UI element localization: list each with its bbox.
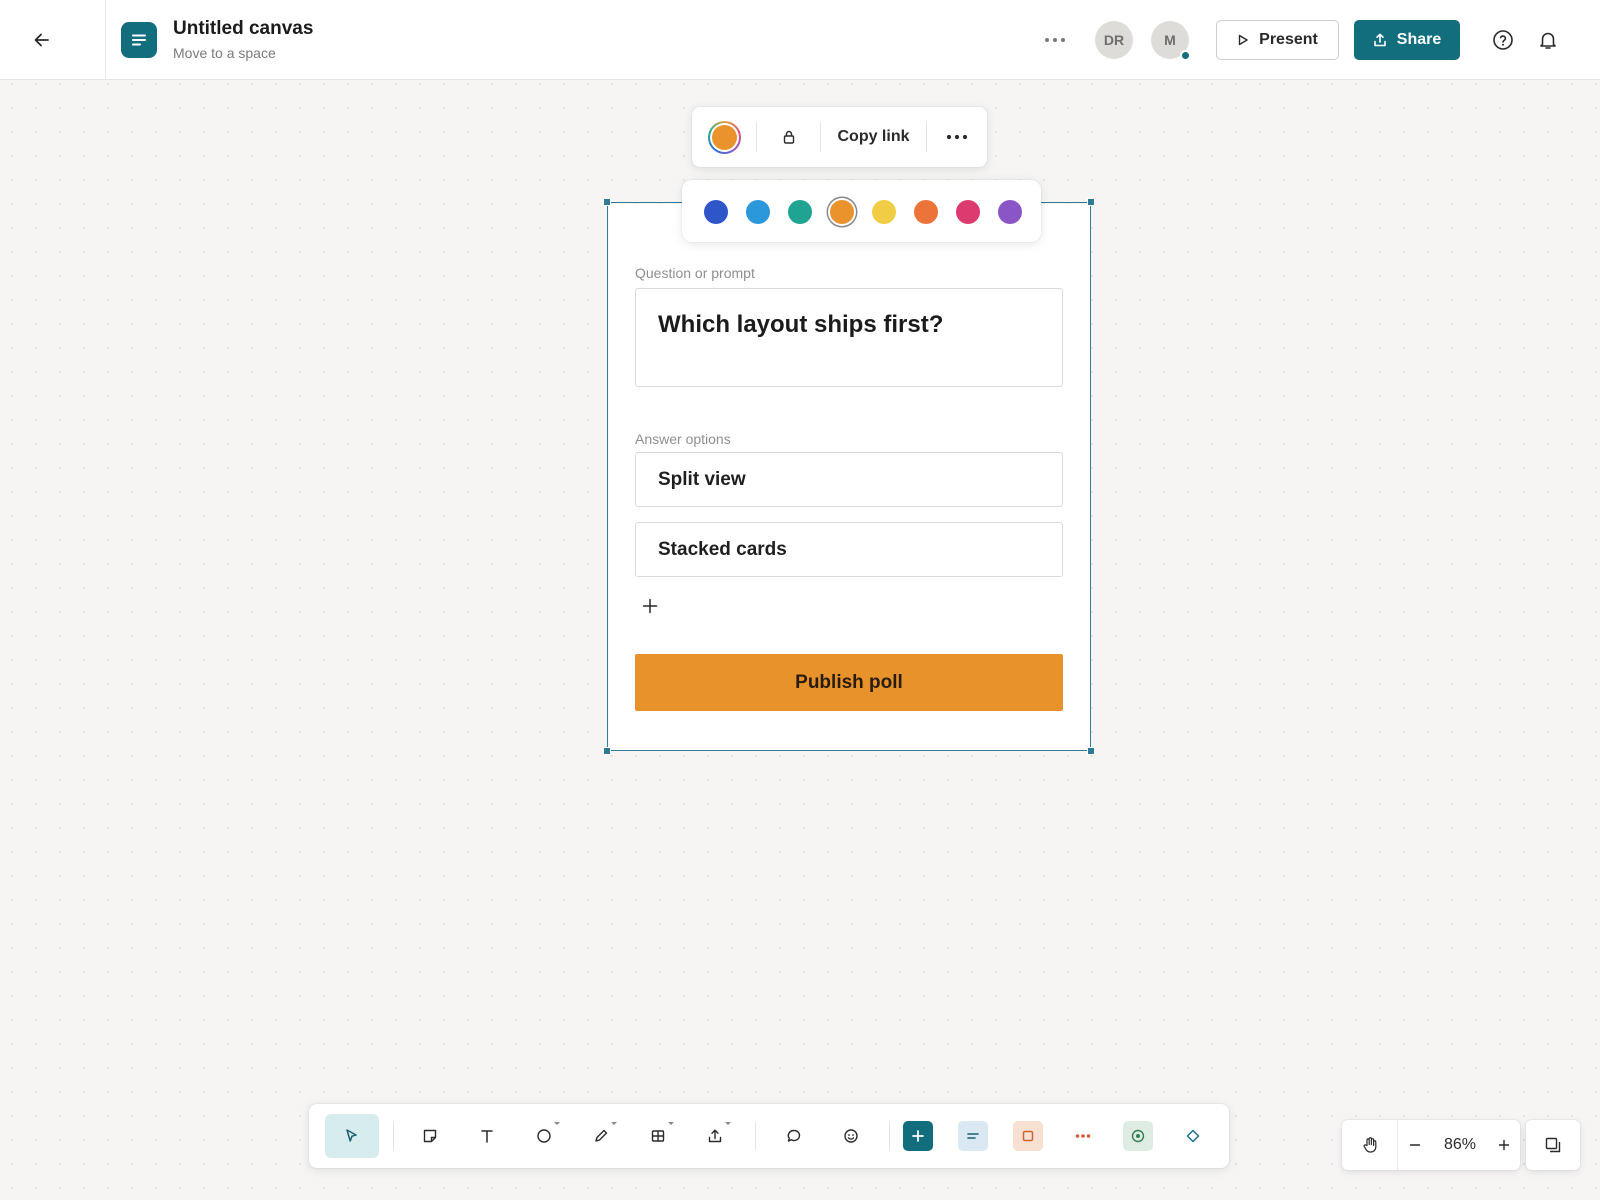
canvas-app-icon bbox=[121, 22, 157, 58]
plus-icon bbox=[903, 1121, 933, 1151]
comment-bubble-icon bbox=[786, 1128, 802, 1144]
help-button[interactable] bbox=[1489, 26, 1517, 54]
table-icon bbox=[650, 1128, 666, 1144]
divider bbox=[889, 1122, 890, 1150]
more-horizontal-icon bbox=[946, 134, 968, 140]
shape-tool-button[interactable] bbox=[524, 1114, 564, 1158]
diamond-icon bbox=[1186, 1129, 1200, 1143]
minimap-button[interactable] bbox=[1526, 1120, 1580, 1170]
help-circle-icon bbox=[1492, 29, 1514, 51]
canvas-title[interactable]: Untitled canvas bbox=[173, 17, 313, 41]
table-tool-button[interactable] bbox=[638, 1114, 678, 1158]
square-icon bbox=[1013, 1121, 1043, 1151]
record-widget-button[interactable] bbox=[1118, 1114, 1158, 1158]
divider bbox=[755, 1122, 756, 1150]
color-swatch[interactable] bbox=[830, 200, 854, 224]
current-color-swatch bbox=[707, 120, 741, 154]
lock-icon bbox=[781, 129, 797, 145]
emoji-tool-button[interactable] bbox=[831, 1114, 871, 1158]
color-swatch[interactable] bbox=[998, 200, 1022, 224]
zoom-in-button[interactable] bbox=[1488, 1120, 1520, 1170]
color-swatch[interactable] bbox=[956, 200, 980, 224]
color-swatch[interactable] bbox=[704, 200, 728, 224]
color-swatch[interactable] bbox=[914, 200, 938, 224]
selection-toolbar: Copy link bbox=[692, 107, 987, 167]
share-label: Share bbox=[1396, 31, 1442, 48]
cursor-arrow-icon bbox=[344, 1128, 360, 1144]
target-icon bbox=[1123, 1121, 1153, 1151]
move-to-space-link[interactable]: Move to a space bbox=[173, 44, 313, 62]
play-icon bbox=[1237, 34, 1249, 46]
frame-widget-button[interactable] bbox=[1008, 1114, 1048, 1158]
chevron-down-icon bbox=[725, 1122, 731, 1125]
header-more-button[interactable] bbox=[1040, 26, 1070, 54]
divider bbox=[393, 1122, 394, 1150]
pencil-icon bbox=[593, 1128, 609, 1144]
zoom-out-button[interactable] bbox=[1398, 1120, 1432, 1170]
resize-handle[interactable] bbox=[603, 198, 611, 206]
back-button[interactable] bbox=[0, 0, 106, 80]
upload-icon bbox=[1373, 33, 1387, 47]
diamond-widget-button[interactable] bbox=[1173, 1114, 1213, 1158]
zoom-control: 86% bbox=[1342, 1120, 1520, 1170]
color-swatch[interactable] bbox=[788, 200, 812, 224]
hand-icon bbox=[1361, 1136, 1379, 1154]
bottom-toolbar bbox=[309, 1104, 1229, 1168]
present-label: Present bbox=[1259, 31, 1318, 48]
pen-tool-button[interactable] bbox=[581, 1114, 621, 1158]
select-tool-button[interactable] bbox=[325, 1114, 379, 1158]
top-bar: Untitled canvas Move to a space DR M Pre… bbox=[0, 0, 1600, 80]
present-button[interactable]: Present bbox=[1216, 20, 1339, 60]
arrow-left-icon bbox=[32, 30, 52, 50]
more-widgets-button[interactable] bbox=[1063, 1114, 1103, 1158]
lock-button[interactable] bbox=[757, 107, 820, 167]
copy-link-button[interactable]: Copy link bbox=[821, 107, 926, 167]
share-button[interactable]: Share bbox=[1354, 20, 1460, 60]
color-picker-button[interactable] bbox=[692, 107, 756, 167]
chevron-down-icon bbox=[611, 1122, 617, 1125]
upload-icon bbox=[707, 1128, 723, 1144]
add-widget-button[interactable] bbox=[898, 1114, 938, 1158]
more-horizontal-icon bbox=[1075, 1133, 1091, 1139]
title-block: Untitled canvas Move to a space bbox=[173, 17, 313, 62]
color-palette bbox=[682, 180, 1041, 242]
upload-tool-button[interactable] bbox=[695, 1114, 735, 1158]
color-swatch[interactable] bbox=[746, 200, 770, 224]
sticky-note-icon bbox=[422, 1128, 438, 1144]
chevron-down-icon bbox=[668, 1122, 674, 1125]
zoom-level[interactable]: 86% bbox=[1432, 1136, 1488, 1154]
circle-shape-icon bbox=[536, 1128, 552, 1144]
selection-frame bbox=[603, 198, 1095, 755]
sticky-note-tool-button[interactable] bbox=[410, 1114, 450, 1158]
bell-icon bbox=[1537, 29, 1559, 51]
minus-icon bbox=[1409, 1139, 1421, 1151]
hand-tool-button[interactable] bbox=[1342, 1120, 1398, 1170]
plus-icon bbox=[1498, 1139, 1510, 1151]
document-lines-icon bbox=[958, 1121, 988, 1151]
smiley-icon bbox=[843, 1128, 859, 1144]
chevron-down-icon bbox=[554, 1122, 560, 1125]
text-icon bbox=[479, 1128, 495, 1144]
minimap-icon bbox=[1544, 1136, 1562, 1154]
text-tool-button[interactable] bbox=[467, 1114, 507, 1158]
resize-handle[interactable] bbox=[1087, 747, 1095, 755]
online-status-dot bbox=[1180, 50, 1191, 61]
comment-tool-button[interactable] bbox=[774, 1114, 814, 1158]
notifications-button[interactable] bbox=[1534, 26, 1562, 54]
more-horizontal-icon bbox=[1044, 37, 1066, 43]
doc-widget-button[interactable] bbox=[953, 1114, 993, 1158]
resize-handle[interactable] bbox=[603, 747, 611, 755]
toolbar-more-button[interactable] bbox=[927, 107, 987, 167]
resize-handle[interactable] bbox=[1087, 198, 1095, 206]
avatar[interactable]: DR bbox=[1095, 21, 1133, 59]
color-swatch[interactable] bbox=[872, 200, 896, 224]
